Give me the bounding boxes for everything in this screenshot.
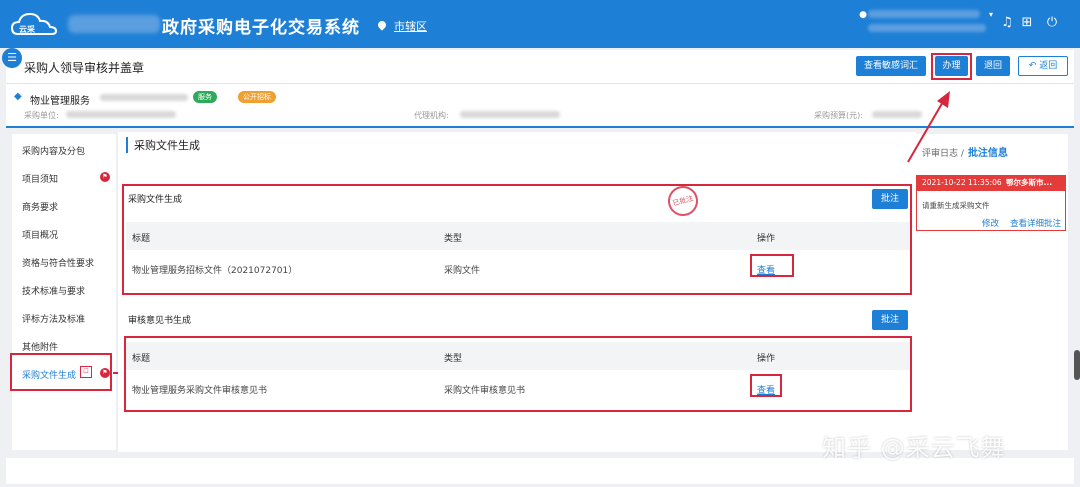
flag-icon: ⚑ xyxy=(100,172,110,182)
tab-annotation-info[interactable]: 批注信息 xyxy=(968,148,1008,159)
agency-label: 代理机构: xyxy=(414,111,449,120)
power-icon[interactable]: ⏻ xyxy=(1045,16,1059,30)
red-arrow-up-icon xyxy=(907,91,950,163)
blurred-user-org xyxy=(868,24,986,32)
annotation-time: 2021-10-22 11:35:06 xyxy=(922,178,1002,187)
svg-text:云采: 云采 xyxy=(19,24,36,34)
watermark: 知乎 @采云飞舞 xyxy=(822,434,1006,462)
return-label: 返回 xyxy=(1039,61,1058,71)
page-title: 采购人领导审核并盖章 xyxy=(24,61,145,75)
menu-toggle-icon[interactable]: ☰ xyxy=(2,48,22,68)
location-pin-icon xyxy=(376,19,388,31)
tag-service-label: 服务 xyxy=(198,93,212,101)
system-title: 政府采购电子化交易系统 xyxy=(162,18,360,38)
section-heading: 采购文件生成 xyxy=(126,137,200,153)
doc-type: 采购文件 xyxy=(444,266,481,276)
blurred-agency xyxy=(460,111,560,118)
grid-icon[interactable]: ⊞ xyxy=(1020,16,1034,30)
blurred-province-name xyxy=(68,15,160,33)
return-arrow-icon: ↶ xyxy=(1028,61,1040,71)
table-header xyxy=(126,222,910,250)
section2-title: 审核意见书生成 xyxy=(128,316,192,326)
col-action: 操作 xyxy=(757,354,776,364)
sidebar-item-evaluation[interactable]: 评标方法及标准 xyxy=(22,312,85,325)
col-type: 类型 xyxy=(444,234,463,244)
region-selector[interactable]: 市辖区 xyxy=(376,18,427,34)
annotation-place: 鄂尔多斯市... xyxy=(1006,178,1053,187)
region-label: 市辖区 xyxy=(394,20,427,33)
col-title: 标题 xyxy=(132,354,151,364)
purchaser-label: 采购单位: xyxy=(24,111,59,120)
detail-link[interactable]: 查看详细批注 xyxy=(1010,217,1061,229)
sidebar-item-qualification[interactable]: 资格与符合性要求 xyxy=(22,256,94,269)
col-action: 操作 xyxy=(757,234,776,244)
mini-stamp-icon: ☐ xyxy=(80,366,92,378)
sidebar-item-attachments[interactable]: 其他附件 xyxy=(22,340,58,353)
flag-icon: ⚑ xyxy=(100,368,110,378)
cloud-logo-icon: 云采 xyxy=(10,12,58,35)
sidebar-item-doc-generation[interactable]: 采购文件生成 xyxy=(22,368,76,381)
blurred-project-code xyxy=(100,94,188,101)
tab-separator: / xyxy=(960,149,964,159)
view-opinion-link[interactable]: 查看 xyxy=(757,383,775,396)
blurred-purchaser xyxy=(66,111,176,118)
handle-button[interactable]: 办理 xyxy=(935,56,968,76)
sidebar-item-technical[interactable]: 技术标准与要求 xyxy=(22,284,85,297)
tag-public-bid: 公开招标 xyxy=(238,91,276,103)
tag-public-label: 公开招标 xyxy=(243,93,271,101)
chevron-down-icon[interactable]: ▾ xyxy=(984,8,998,22)
blurred-user-name xyxy=(868,10,980,18)
edit-link[interactable]: 修改 xyxy=(982,217,999,229)
sidebar-item-content[interactable]: 采购内容及分包 xyxy=(22,144,85,157)
main-content xyxy=(118,132,916,452)
annotation-card-header: 2021-10-22 11:35:06 鄂尔多斯市... xyxy=(916,175,1066,191)
annotate-button[interactable]: 批注 xyxy=(872,189,908,209)
col-title: 标题 xyxy=(132,234,151,244)
annotation-content: 请重新生成采购文件 xyxy=(922,201,990,210)
table-header xyxy=(126,342,910,370)
layers-icon: ◆ xyxy=(14,91,22,102)
sidebar-item-overview[interactable]: 项目概况 xyxy=(22,228,58,241)
view-sensitive-words-button[interactable]: 查看敏感词汇 xyxy=(856,56,926,76)
scrollbar[interactable] xyxy=(1074,350,1080,380)
section1-title: 采购文件生成 xyxy=(128,195,183,205)
reject-button[interactable]: 退回 xyxy=(976,56,1010,76)
annotate-button[interactable]: 批注 xyxy=(872,310,908,330)
sidebar-item-notice[interactable]: 项目须知 xyxy=(22,172,58,185)
return-button[interactable]: ↶ 返回 xyxy=(1018,56,1068,76)
opinion-title: 物业管理服务采购文件审核意见书 xyxy=(132,386,268,396)
tag-service: 服务 xyxy=(193,91,217,103)
budget-label: 采购预算(元): xyxy=(814,111,863,120)
col-type: 类型 xyxy=(444,354,463,364)
opinion-type: 采购文件审核意见书 xyxy=(444,386,526,396)
doc-title: 物业管理服务招标文件（2021072701） xyxy=(132,266,298,276)
project-name: 物业管理服务 xyxy=(30,96,90,107)
view-doc-link[interactable]: 查看 xyxy=(757,263,775,276)
sidebar-item-business[interactable]: 商务要求 xyxy=(22,200,58,213)
notification-icon[interactable]: ♫ xyxy=(1000,16,1014,30)
